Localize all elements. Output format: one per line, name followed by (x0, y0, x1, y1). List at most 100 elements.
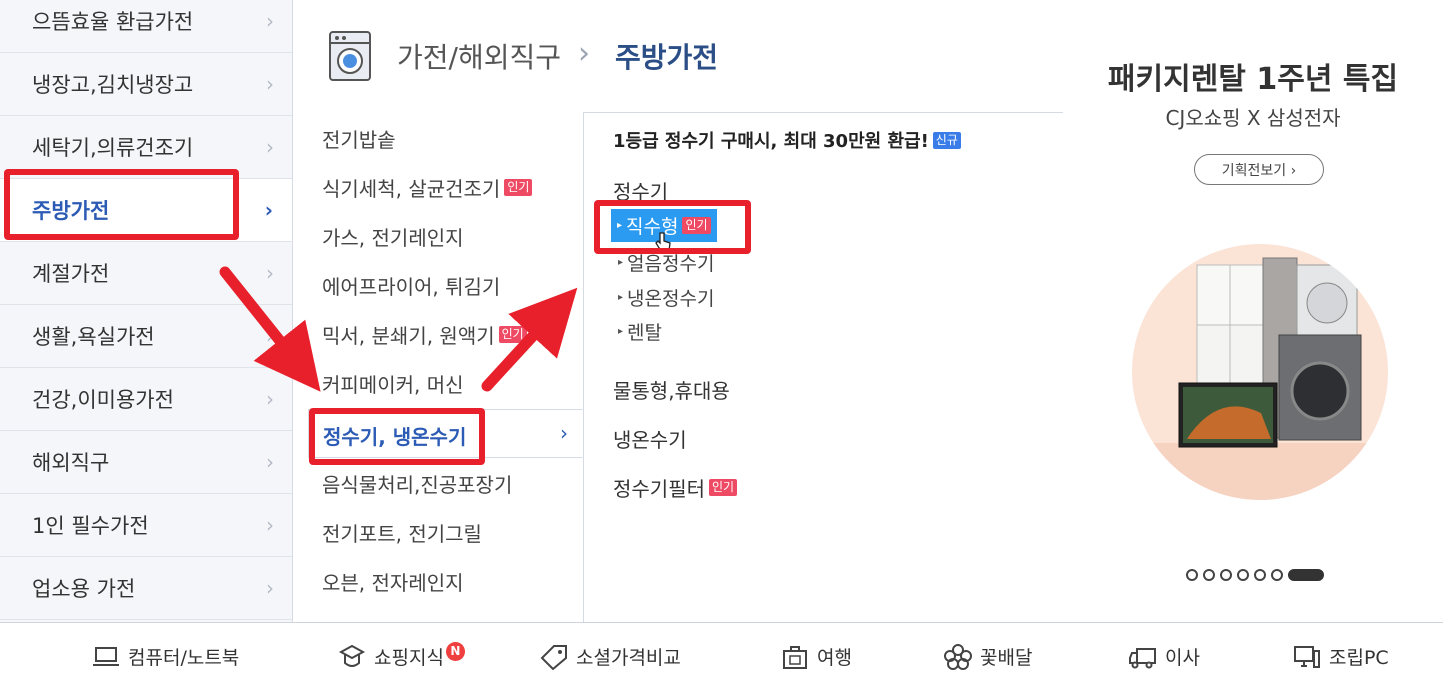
sidebar-item-label: 냉장고,김치냉장고 (32, 73, 194, 97)
subcategory-label: 음식물처리,진공포장기 (322, 473, 513, 497)
banner-view-button[interactable]: 기획전보기 › (1194, 154, 1324, 185)
banner-subtitle: CJ오쇼핑 X 삼성전자 (1165, 106, 1341, 130)
chevron-right-icon: › (266, 450, 274, 474)
pagination-dot[interactable] (1186, 569, 1198, 581)
group-filter[interactable]: 정수기필터 인기 (613, 473, 738, 502)
triangle-right-icon: ▸ (618, 326, 624, 337)
service-label: 꽃배달 (980, 647, 1033, 669)
chevron-right-icon: › (560, 421, 568, 445)
subcategory-item-coffee[interactable]: 커피메이커, 머신 (322, 369, 464, 398)
laptop-icon (93, 646, 119, 666)
subcategory-item-food-waste[interactable]: 음식물처리,진공포장기 (322, 469, 512, 498)
service-computer[interactable]: 컴퓨터/노트북 (92, 643, 239, 670)
sidebar-item-seasonal[interactable]: 계절가전 › (0, 242, 292, 305)
triangle-right-icon: ▸ (618, 292, 624, 303)
sidebar-item-label: 으뜸효율 환급가전 (32, 10, 194, 34)
sidebar-item-label: 계절가전 (32, 262, 110, 286)
subcategory-item-oven[interactable]: 오븐, 전자레인지 (322, 567, 464, 596)
sidebar-item-single[interactable]: 1인 필수가전 › (0, 494, 292, 557)
subcategory-label: 커피메이커, 머신 (322, 373, 464, 397)
subcategory-item-airfryer[interactable]: 에어프라이어, 튀김기 (322, 271, 500, 300)
service-label: 이사 (1165, 647, 1200, 669)
popular-badge: 인기 (498, 326, 527, 343)
subcategory-label: 에어프라이어, 튀김기 (322, 275, 501, 299)
suitcase-icon (783, 645, 807, 669)
chevron-right-icon: › (266, 261, 274, 285)
page-title: 주방가전 (615, 41, 719, 74)
desktop-pc-icon (1294, 645, 1320, 668)
link-hotcold-purifier[interactable]: ▸ 냉온정수기 (618, 284, 714, 311)
promo-text: 1등급 정수기 구매시, 최대 30만원 환급! (613, 131, 929, 152)
chevron-right-icon: › (266, 9, 274, 33)
annotation-box-kitchen (4, 169, 239, 240)
service-social-price[interactable]: 소셜가격비교 (540, 643, 681, 670)
service-label: 컴퓨터/노트북 (128, 647, 240, 669)
subcategory-label: 전기포트, 전기그릴 (322, 522, 482, 546)
sidebar-item-overseas[interactable]: 해외직구 › (0, 431, 292, 494)
chevron-right-icon: › (264, 198, 273, 222)
pagination-dot[interactable] (1271, 569, 1283, 581)
service-shopping-knowledge[interactable]: 쇼핑지식 N (338, 642, 465, 670)
service-moving[interactable]: 이사 (1129, 643, 1200, 670)
sidebar-item-health[interactable]: 건강,이미용가전 › (0, 368, 292, 431)
group-cooler[interactable]: 냉온수기 (613, 424, 687, 453)
sidebar-item-label: 해외직구 (32, 451, 110, 475)
price-tag-icon (540, 644, 567, 670)
subcategory-label: 전기밥솥 (322, 128, 396, 152)
subcategory-item-dishwasher[interactable]: 식기세척, 살균건조기 인기 (322, 173, 533, 202)
detail-panel: 1등급 정수기 구매시, 최대 30만원 환급! 신규 정수기 ▸ 직수형 인기… (583, 112, 1063, 622)
pagination-dot-active[interactable] (1288, 569, 1324, 581)
service-label: 소셜가격비교 (576, 647, 681, 669)
pagination-dot[interactable] (1220, 569, 1232, 581)
subcategory-label: 믹서, 분쇄기, 원액기 (322, 324, 495, 348)
service-travel[interactable]: 여행 (781, 643, 852, 670)
subcategory-list: 전기밥솥 식기세척, 살균건조기 인기 가스, 전기레인지 에어프라이어, 튀김… (308, 112, 583, 622)
service-label: 여행 (817, 647, 852, 669)
group-label: 정수기필터 (613, 477, 705, 501)
promo-banner[interactable]: 패키지렌탈 1주년 특집 CJ오쇼핑 X 삼성전자 기획전보기 › (1063, 0, 1443, 622)
new-badge: 신규 (932, 131, 961, 149)
sidebar-item-living[interactable]: 생활,욕실가전 › (0, 305, 292, 368)
breadcrumb-parent[interactable]: 가전/해외직구 (397, 36, 561, 76)
sidebar-item-label: 업소용 가전 (32, 577, 136, 601)
banner-title: 패키지렌탈 1주년 특집 (1107, 62, 1399, 97)
group-label: 물통형,휴대용 (613, 379, 730, 403)
chevron-right-icon: › (266, 576, 274, 600)
service-custom-pc[interactable]: 조립PC (1293, 643, 1389, 670)
service-flower[interactable]: 꽃배달 (944, 643, 1032, 670)
subcategory-item-range[interactable]: 가스, 전기레인지 (322, 222, 464, 251)
chevron-right-icon: › (266, 387, 274, 411)
group-bottle[interactable]: 물통형,휴대용 (613, 375, 730, 404)
bottom-service-bar: 컴퓨터/노트북 쇼핑지식 N 소셜가격비교 여행 꽃배달 이사 조립PC (0, 622, 1443, 688)
promo-link[interactable]: 1등급 정수기 구매시, 최대 30만원 환급! 신규 (613, 127, 961, 153)
link-label: 냉온정수기 (627, 288, 715, 310)
service-label: 조립PC (1329, 647, 1389, 669)
washing-machine-icon (329, 31, 371, 81)
subcategory-label: 식기세척, 살균건조기 (322, 177, 501, 201)
subcategory-item-mixer[interactable]: 믹서, 분쇄기, 원액기 인기 (322, 320, 527, 349)
sidebar-item-label: 세탁기,의류건조기 (32, 136, 194, 160)
group-label: 냉온수기 (613, 428, 687, 452)
subcategory-item-kettle[interactable]: 전기포트, 전기그릴 (322, 518, 482, 547)
sidebar-item-label: 건강,이미용가전 (32, 388, 174, 412)
chevron-right-icon: › (266, 513, 274, 537)
sidebar-item-efficiency[interactable]: 으뜸효율 환급가전 › (0, 0, 292, 53)
pagination-dot[interactable] (1237, 569, 1249, 581)
link-label: 렌탈 (627, 322, 662, 344)
new-badge: N (445, 642, 465, 661)
sidebar-item-business[interactable]: 업소용 가전 › (0, 557, 292, 620)
category-header: 가전/해외직구 › 주방가전 (293, 0, 1063, 112)
triangle-right-icon: ▸ (618, 257, 624, 268)
sidebar-item-label: 1인 필수가전 (32, 514, 149, 538)
chevron-right-icon: › (266, 324, 274, 348)
appliance-bundle-image (1132, 244, 1388, 500)
popular-badge: 인기 (504, 179, 533, 196)
subcategory-label: 오븐, 전자레인지 (322, 571, 464, 595)
chevron-right-icon: › (266, 135, 274, 159)
pagination-dot[interactable] (1203, 569, 1215, 581)
pagination-dot[interactable] (1254, 569, 1266, 581)
subcategory-item-rice-cooker[interactable]: 전기밥솥 (322, 124, 396, 153)
popular-badge: 인기 (709, 479, 738, 496)
sidebar-item-refrigerator[interactable]: 냉장고,김치냉장고 › (0, 53, 292, 116)
link-rental[interactable]: ▸ 렌탈 (618, 318, 662, 345)
